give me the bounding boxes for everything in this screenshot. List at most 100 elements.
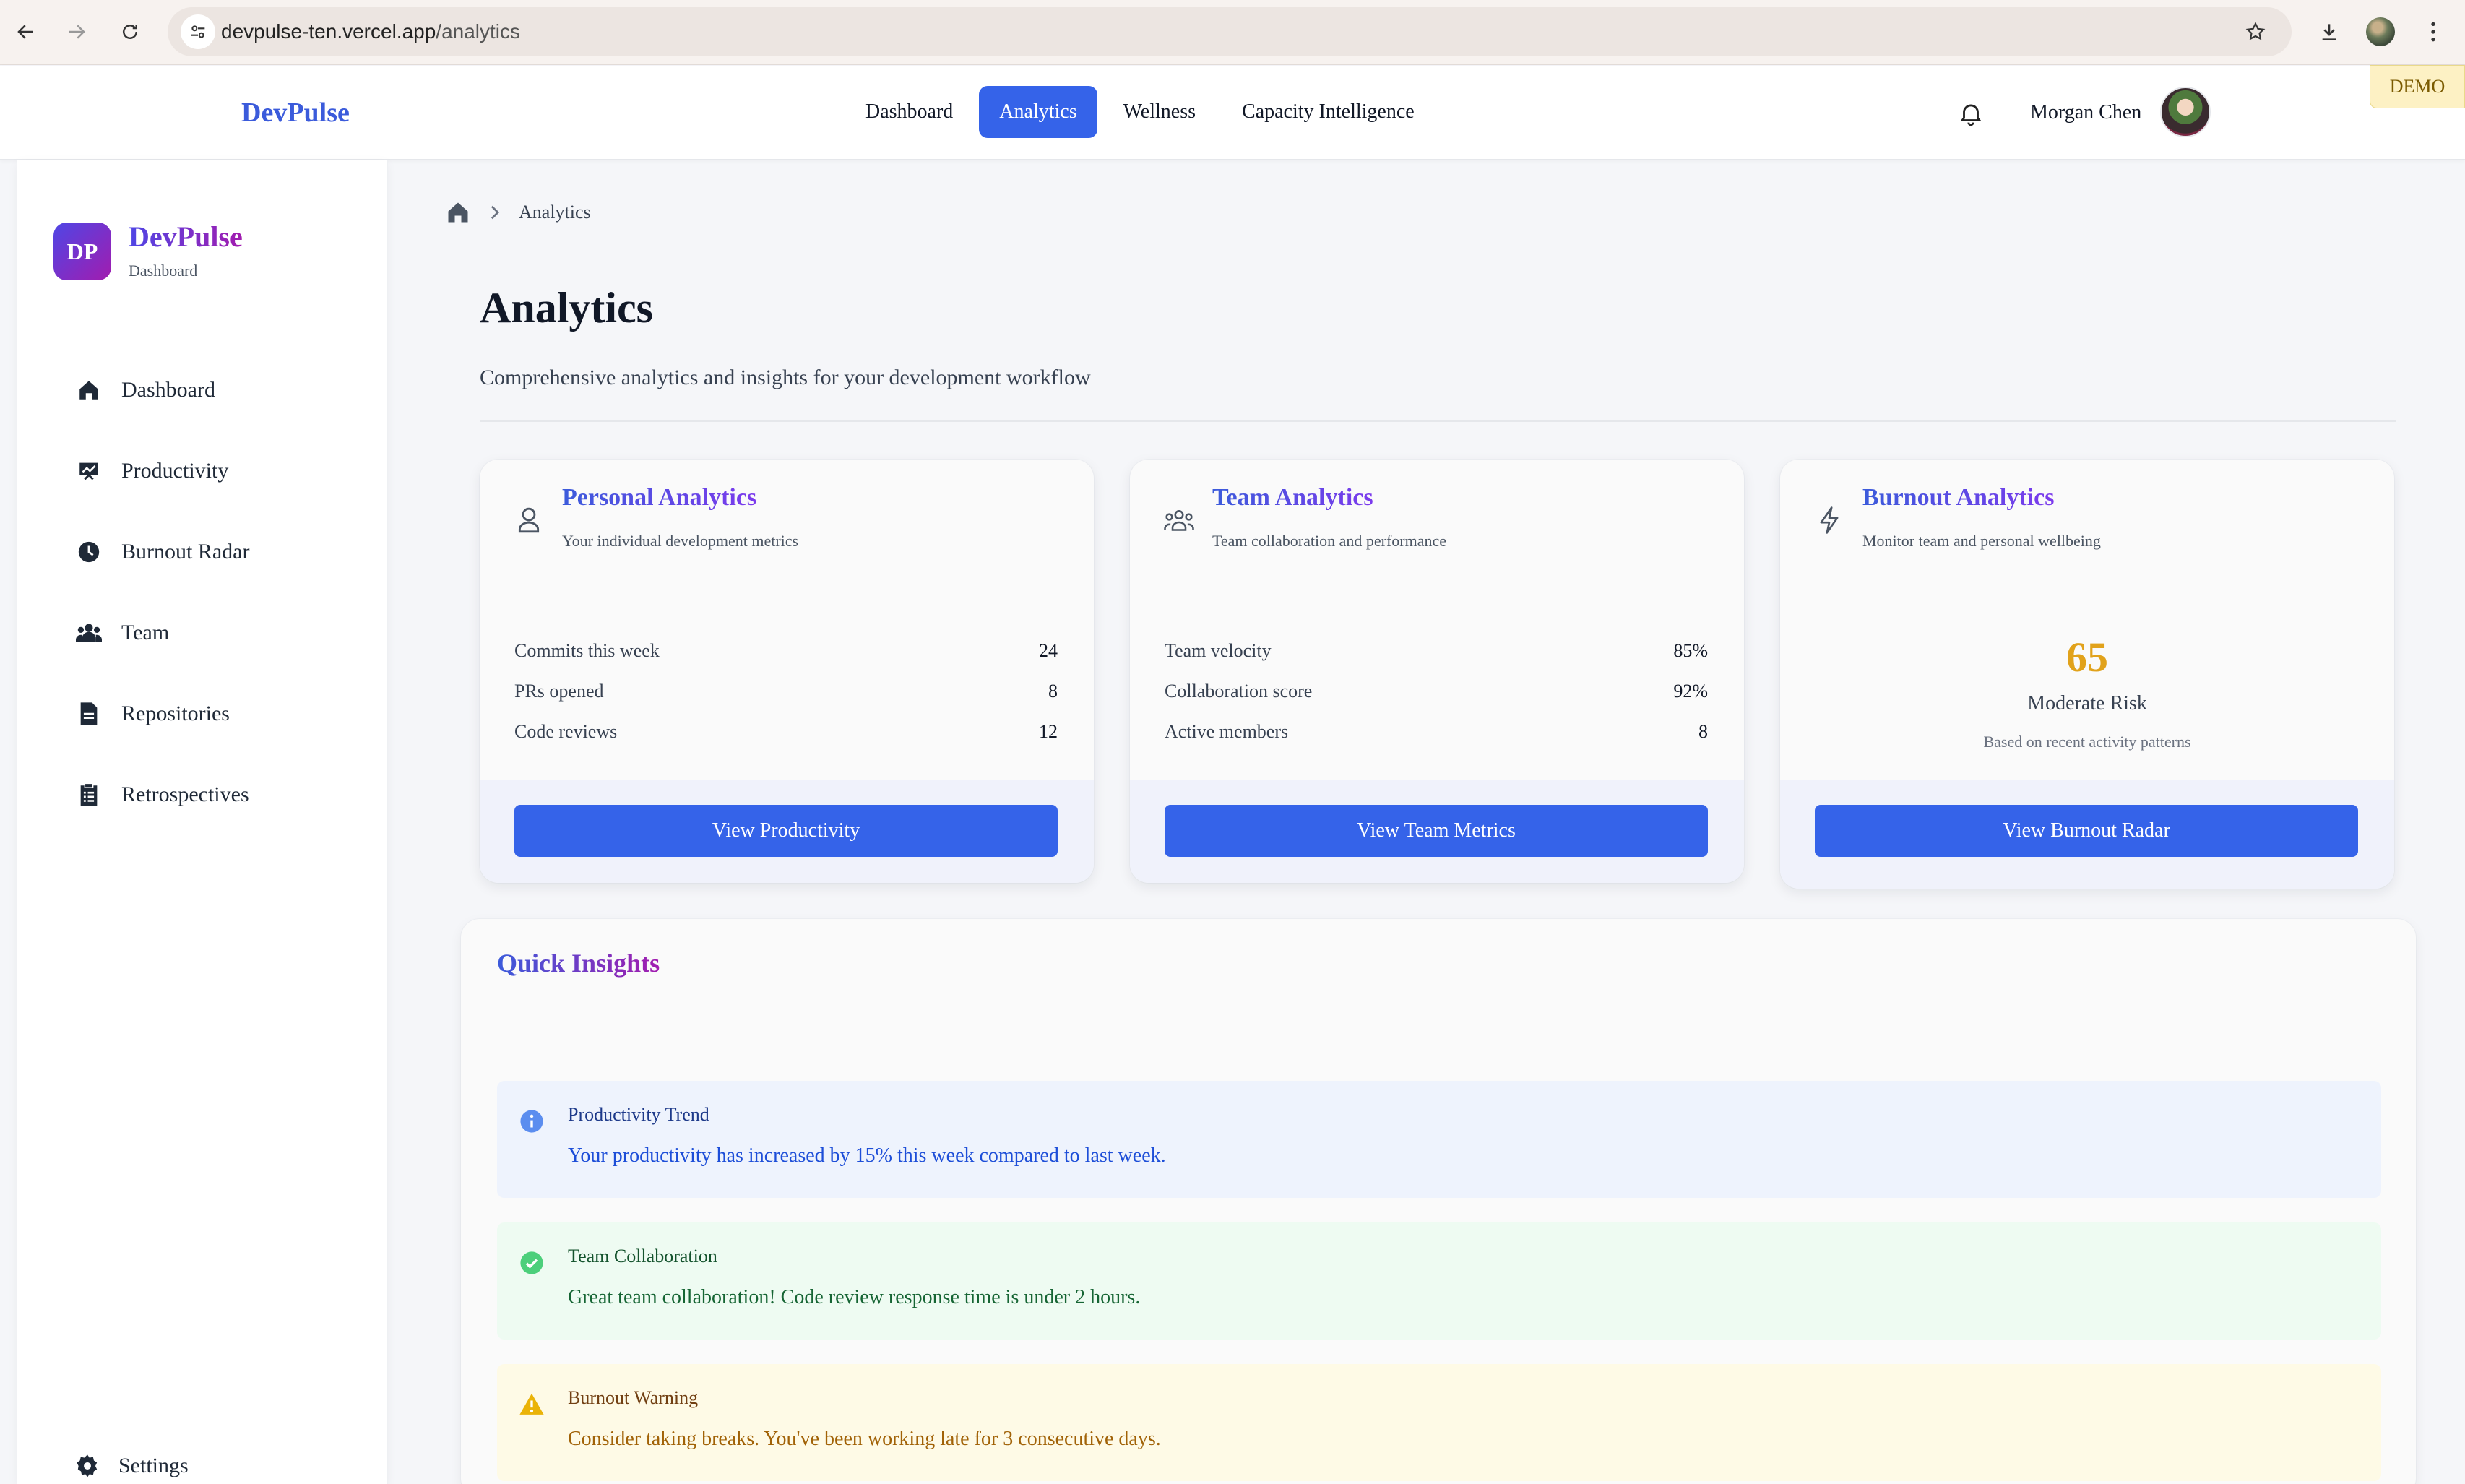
breadcrumb-home-icon[interactable] xyxy=(445,199,471,225)
card-footer: View Burnout Radar xyxy=(1780,780,2394,889)
metric-label: Commits this week xyxy=(514,640,660,661)
warning-triangle-icon xyxy=(519,1392,545,1418)
notification-bell-icon[interactable] xyxy=(1954,96,1988,131)
person-icon xyxy=(513,504,545,536)
demo-badge: DEMO xyxy=(2370,65,2465,108)
burnout-analytics-card: Burnout Analytics Monitor team and perso… xyxy=(1780,460,2394,889)
burnout-score: 65 xyxy=(2066,634,2108,681)
metric-row: Active members 8 xyxy=(1165,721,1708,762)
sidebar-item-label: Settings xyxy=(118,1454,189,1477)
forward-arrow-icon[interactable] xyxy=(58,13,95,51)
home-icon xyxy=(75,376,103,404)
sidebar-item-dashboard[interactable]: Dashboard xyxy=(75,350,249,431)
topnav-wellness[interactable]: Wellness xyxy=(1103,86,1216,138)
card-subtitle: Your individual development metrics xyxy=(562,532,799,550)
metric-value: 24 xyxy=(1039,640,1058,661)
sidebar-item-burnout-radar[interactable]: Burnout Radar xyxy=(75,512,249,592)
metric-value: 85% xyxy=(1673,640,1708,661)
quick-insights-panel: Quick Insights Productivity Trend Your p… xyxy=(461,919,2416,1484)
top-navigation: Dashboard Analytics Wellness Capacity In… xyxy=(845,86,1435,138)
user-avatar[interactable] xyxy=(2160,87,2211,137)
alert-message: Your productivity has increased by 15% t… xyxy=(568,1144,1166,1167)
metric-row: Code reviews 12 xyxy=(514,721,1058,762)
view-team-metrics-button[interactable]: View Team Metrics xyxy=(1165,805,1708,857)
alert-title: Team Collaboration xyxy=(568,1246,717,1267)
sidebar-subtitle: Dashboard xyxy=(129,262,198,280)
lightning-bolt-icon xyxy=(1813,504,1845,536)
metric-label: Active members xyxy=(1165,721,1289,742)
sidebar-brand[interactable]: DevPulse xyxy=(129,220,243,254)
gear-icon xyxy=(75,1454,100,1478)
sidebar-item-label: Burnout Radar xyxy=(121,540,250,564)
metrics-list: Team velocity 85% Collaboration score 92% … xyxy=(1165,640,1708,762)
alert-message: Great team collaboration! Code review re… xyxy=(568,1286,1141,1308)
check-circle-icon xyxy=(519,1250,545,1276)
kebab-menu-icon[interactable] xyxy=(2416,14,2451,49)
alert-title: Productivity Trend xyxy=(568,1104,709,1125)
browser-profile-avatar[interactable] xyxy=(2366,17,2395,46)
insight-alert-warning: Burnout Warning Consider taking breaks. … xyxy=(497,1364,2381,1481)
address-bar[interactable]: devpulse-ten.vercel.app/analytics xyxy=(168,7,2292,56)
metric-value: 8 xyxy=(1698,721,1708,742)
info-icon xyxy=(519,1108,545,1134)
page-title: Analytics xyxy=(480,284,653,332)
insight-alert-info: Productivity Trend Your productivity has… xyxy=(497,1081,2381,1198)
card-footer: View Team Metrics xyxy=(1130,780,1744,883)
sidebar-item-team[interactable]: Team xyxy=(75,592,249,673)
section-title: Quick Insights xyxy=(497,949,660,978)
browser-toolbar: devpulse-ten.vercel.app/analytics xyxy=(0,0,2465,65)
sidebar-item-repositories[interactable]: Repositories xyxy=(75,673,249,754)
sidebar-item-retrospectives[interactable]: Retrospectives xyxy=(75,754,249,835)
alert-message: Consider taking breaks. You've been work… xyxy=(568,1428,1161,1450)
view-productivity-button[interactable]: View Productivity xyxy=(514,805,1058,857)
metric-row: PRs opened 8 xyxy=(514,681,1058,721)
personal-analytics-card: Personal Analytics Your individual devel… xyxy=(480,460,1094,883)
site-settings-icon[interactable] xyxy=(181,14,215,49)
card-subtitle: Monitor team and personal wellbeing xyxy=(1862,532,2101,550)
clock-icon xyxy=(75,538,103,566)
sidebar-logo[interactable]: DP xyxy=(53,223,111,280)
bookmark-star-icon[interactable] xyxy=(2240,16,2271,48)
team-icon xyxy=(1163,504,1195,536)
back-arrow-icon[interactable] xyxy=(7,13,45,51)
people-icon xyxy=(75,619,103,647)
sidebar-item-label: Team xyxy=(121,621,170,644)
topnav-capacity-intelligence[interactable]: Capacity Intelligence xyxy=(1222,86,1435,138)
topnav-analytics[interactable]: Analytics xyxy=(979,86,1097,138)
top-app-bar: DevPulse Dashboard Analytics Wellness Ca… xyxy=(0,66,2465,160)
url-text[interactable]: devpulse-ten.vercel.app/analytics xyxy=(221,7,520,56)
metric-label: Code reviews xyxy=(514,721,618,742)
page-subtitle: Comprehensive analytics and insights for… xyxy=(480,366,1091,389)
sidebar-item-settings[interactable]: Settings xyxy=(75,1454,189,1478)
metric-row: Team velocity 85% xyxy=(1165,640,1708,681)
view-burnout-radar-button[interactable]: View Burnout Radar xyxy=(1815,805,2358,857)
metric-label: Team velocity xyxy=(1165,640,1272,661)
chevron-right-icon xyxy=(488,204,501,220)
metric-row: Commits this week 24 xyxy=(514,640,1058,681)
reload-icon[interactable] xyxy=(111,13,149,51)
sidebar-item-label: Retrospectives xyxy=(121,782,249,806)
document-icon xyxy=(75,700,103,728)
download-icon[interactable] xyxy=(2312,14,2347,49)
breadcrumb-current: Analytics xyxy=(519,202,591,223)
metric-label: Collaboration score xyxy=(1165,681,1313,702)
header-divider xyxy=(480,420,2396,422)
risk-level-label: Moderate Risk xyxy=(2027,692,2147,715)
sidebar-item-label: Dashboard xyxy=(121,378,215,402)
metric-value: 12 xyxy=(1039,721,1058,742)
metric-label: PRs opened xyxy=(514,681,604,702)
metric-value: 8 xyxy=(1048,681,1058,702)
app-brand[interactable]: DevPulse xyxy=(241,66,350,160)
insight-alert-success: Team Collaboration Great team collaborat… xyxy=(497,1222,2381,1340)
metrics-list: Commits this week 24 PRs opened 8 Code rev… xyxy=(514,640,1058,762)
card-title: Personal Analytics xyxy=(562,484,757,511)
risk-note: Based on recent activity patterns xyxy=(1983,733,2191,751)
card-footer: View Productivity xyxy=(480,780,1094,883)
alert-title: Burnout Warning xyxy=(568,1387,699,1408)
topnav-dashboard[interactable]: Dashboard xyxy=(845,86,973,138)
metric-value: 92% xyxy=(1673,681,1708,702)
user-name[interactable]: Morgan Chen xyxy=(2030,66,2141,160)
card-title: Burnout Analytics xyxy=(1862,484,2055,511)
sidebar-item-productivity[interactable]: Productivity xyxy=(75,431,249,512)
breadcrumb: Analytics xyxy=(445,199,591,225)
